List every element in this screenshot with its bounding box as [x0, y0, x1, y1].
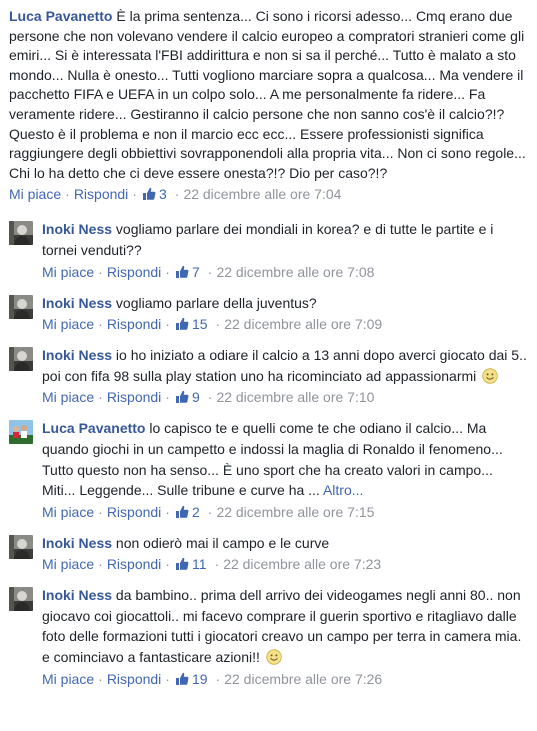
separator-dot: ·	[165, 503, 170, 520]
separator-dot: ·	[174, 186, 180, 203]
reply-author-link[interactable]: Inoki Ness	[42, 587, 112, 603]
separator-dot: ·	[165, 263, 170, 280]
reply-item: Luca Pavanetto lo capisco te e quelli co…	[0, 418, 537, 520]
reply-timestamp[interactable]: 22 dicembre alle ore 7:08	[216, 263, 374, 281]
like-count[interactable]: 9	[192, 388, 200, 406]
like-count[interactable]: 15	[192, 315, 208, 333]
reply-text: non odierò mai il campo e le curve	[115, 534, 330, 551]
reply-content: Inoki Ness vogliamo parlare della juvent…	[42, 293, 529, 334]
reply-item: Inoki Ness io ho iniziato a odiare il ca…	[0, 345, 537, 406]
like-button[interactable]: Mi piace	[42, 388, 94, 406]
reply-content: Luca Pavanetto lo capisco te e quelli co…	[42, 418, 529, 520]
reply-item: Inoki Ness vogliamo parlare dei mondiali…	[0, 219, 537, 280]
thumbs-up-icon[interactable]	[174, 316, 190, 332]
avatar[interactable]	[9, 347, 33, 371]
reply-timestamp[interactable]: 22 dicembre alle ore 7:23	[223, 555, 381, 573]
reply-content: Inoki Ness non odierò mai il campo e le …	[42, 533, 529, 574]
thumbs-up-icon[interactable]	[174, 264, 190, 280]
avatar[interactable]	[9, 420, 33, 444]
reply-timestamp[interactable]: 22 dicembre alle ore 7:09	[224, 315, 382, 333]
separator-dot: ·	[98, 389, 103, 406]
comment-content: Luca Pavanetto È la prima sentenza... Ci…	[9, 7, 529, 183]
comment-thread: Luca Pavanetto È la prima sentenza... Ci…	[0, 0, 537, 688]
reply-actions: Mi piace · Rispondi · 2 · 22 dicembre al…	[42, 503, 529, 521]
reply-content: Inoki Ness vogliamo parlare dei mondiali…	[42, 219, 529, 280]
like-count[interactable]: 11	[192, 555, 207, 573]
thumbs-up-icon[interactable]	[174, 389, 190, 405]
separator-dot: ·	[98, 670, 103, 687]
avatar[interactable]	[9, 295, 33, 319]
separator-dot: ·	[207, 389, 213, 406]
reply-timestamp[interactable]: 22 dicembre alle ore 7:26	[224, 670, 382, 688]
comment-author-link[interactable]: Luca Pavanetto	[9, 8, 112, 24]
reply-item: Inoki Ness da bambino.. prima dell arriv…	[0, 585, 537, 687]
like-count[interactable]: 2	[192, 503, 200, 521]
separator-dot: ·	[98, 503, 103, 520]
reply-actions: Mi piace · Rispondi · 15 · 22 dicembre a…	[42, 315, 529, 333]
like-count[interactable]: 3	[159, 185, 167, 203]
separator-dot: ·	[165, 670, 170, 687]
separator-dot: ·	[98, 556, 103, 573]
reply-content: Inoki Ness da bambino.. prima dell arriv…	[42, 585, 529, 687]
smile-emoji-icon	[266, 649, 282, 665]
like-count[interactable]: 19	[192, 670, 208, 688]
separator-dot: ·	[165, 389, 170, 406]
separator-dot: ·	[98, 263, 103, 280]
like-button[interactable]: Mi piace	[42, 555, 94, 573]
like-button[interactable]: Mi piace	[9, 185, 61, 203]
reply-actions: Mi piace · Rispondi · 11 · 22 dicembre a…	[42, 555, 529, 573]
comment-text: È la prima sentenza... Ci sono i ricorsi…	[9, 8, 526, 181]
reply-button[interactable]: Rispondi	[107, 503, 161, 521]
thumbs-up-icon[interactable]	[174, 556, 190, 572]
reply-actions: Mi piace · Rispondi · 9 · 22 dicembre al…	[42, 388, 529, 406]
reply-timestamp[interactable]: 22 dicembre alle ore 7:10	[216, 388, 374, 406]
reply-text: vogliamo parlare della juventus?	[115, 294, 317, 311]
separator-dot: ·	[215, 670, 221, 687]
like-button[interactable]: Mi piace	[42, 263, 94, 281]
reply-button[interactable]: Rispondi	[107, 263, 161, 281]
like-button[interactable]: Mi piace	[42, 670, 94, 688]
thumbs-up-icon[interactable]	[174, 671, 190, 687]
separator-dot: ·	[132, 186, 137, 203]
reply-text: io ho iniziato a odiare il calcio a 13 a…	[42, 347, 527, 384]
separator-dot: ·	[65, 186, 70, 203]
reply-button[interactable]: Rispondi	[74, 185, 128, 203]
reply-button[interactable]: Rispondi	[107, 555, 161, 573]
reply-timestamp[interactable]: 22 dicembre alle ore 7:15	[216, 503, 374, 521]
separator-dot: ·	[165, 556, 170, 573]
like-count[interactable]: 7	[192, 263, 200, 281]
reply-actions: Mi piace · Rispondi · 19 · 22 dicembre a…	[42, 670, 529, 688]
reply-item: Inoki Ness non odierò mai il campo e le …	[0, 533, 537, 574]
separator-dot: ·	[207, 263, 213, 280]
thumbs-up-icon[interactable]	[141, 186, 157, 202]
separator-dot: ·	[215, 316, 221, 333]
separator-dot: ·	[98, 316, 103, 333]
comment-timestamp[interactable]: 22 dicembre alle ore 7:04	[183, 185, 341, 203]
reply-author-link[interactable]: Inoki Ness	[42, 221, 112, 237]
comment-actions: Mi piace · Rispondi · 3 · 22 dicembre al…	[9, 185, 529, 203]
reply-author-link[interactable]: Luca Pavanetto	[42, 420, 145, 436]
reply-actions: Mi piace · Rispondi · 7 · 22 dicembre al…	[42, 263, 529, 281]
like-button[interactable]: Mi piace	[42, 503, 94, 521]
like-button[interactable]: Mi piace	[42, 315, 94, 333]
reply-item: Inoki Ness vogliamo parlare della juvent…	[0, 293, 537, 334]
reply-button[interactable]: Rispondi	[107, 388, 161, 406]
reply-author-link[interactable]: Inoki Ness	[42, 295, 112, 311]
reply-author-link[interactable]: Inoki Ness	[42, 347, 112, 363]
avatar[interactable]	[9, 587, 33, 611]
reply-button[interactable]: Rispondi	[107, 315, 161, 333]
reply-author-link[interactable]: Inoki Ness	[42, 535, 112, 551]
see-more-link[interactable]: Altro...	[323, 482, 363, 498]
reply-button[interactable]: Rispondi	[107, 670, 161, 688]
reply-content: Inoki Ness io ho iniziato a odiare il ca…	[42, 345, 529, 406]
thumbs-up-icon[interactable]	[174, 504, 190, 520]
separator-dot: ·	[214, 556, 220, 573]
separator-dot: ·	[207, 503, 213, 520]
avatar[interactable]	[9, 221, 33, 245]
avatar[interactable]	[9, 535, 33, 559]
top-comment: Luca Pavanetto È la prima sentenza... Ci…	[0, 0, 537, 203]
separator-dot: ·	[165, 316, 170, 333]
smile-emoji-icon	[482, 368, 498, 384]
